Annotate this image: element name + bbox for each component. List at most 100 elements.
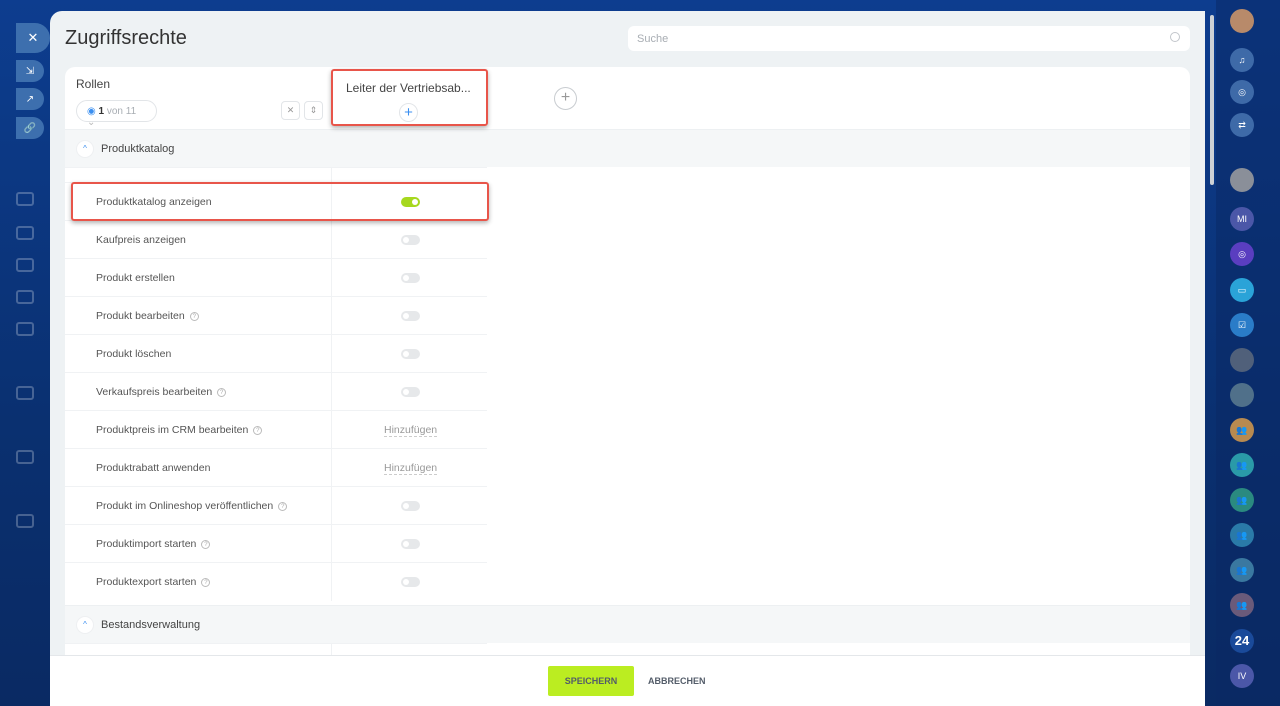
chevron-down-icon: ⌄ [87,117,96,128]
permission-toggle[interactable] [401,387,420,397]
cancel-button[interactable]: ABBRECHEN [648,666,706,696]
page-title: Zugriffsrechte [65,27,187,49]
search-icon[interactable]: ◎ [1230,80,1254,104]
help-icon[interactable]: ? [253,426,263,435]
contact-avatar[interactable]: ◎ [1230,242,1254,266]
permission-label: Produktimport starten [96,538,197,550]
collapse-all-button[interactable]: ✕ [281,101,300,120]
permission-toggle[interactable] [401,273,420,283]
permission-label: Produktrabatt anwenden [96,462,211,474]
permission-toggle[interactable] [401,501,420,511]
group-avatar[interactable]: 👥 [1230,488,1254,512]
help-icon[interactable]: ? [217,388,227,397]
help-icon[interactable]: ? [201,578,211,587]
permission-label: Produktpreis im CRM bearbeiten [96,424,249,436]
table-row: Produkt im Onlineshop veröffentlichen? [65,486,487,525]
roles-visibility-selector[interactable]: ◉ 1 von 11 ⌄ [76,100,157,128]
help-icon[interactable]: ? [189,312,199,321]
roles-count: 1 [98,106,105,117]
permission-toggle[interactable] [401,235,420,245]
menu-icon[interactable] [16,290,34,304]
add-permission-link[interactable]: Hinzufügen [384,462,438,475]
table-header: Rollen ◉ 1 von 11 ⌄ ✕ ⇕ Leiter der Vertr… [65,67,1190,129]
section-title: Bestandsverwaltung [101,619,201,631]
help-icon[interactable]: ? [201,540,211,549]
permission-toggle[interactable] [401,577,420,587]
table-row: Verkaufspreis bearbeiten? [65,372,487,411]
group-avatar[interactable]: 👥 [1230,558,1254,582]
contact-avatar[interactable]: MI [1230,207,1254,231]
table-row: Produktexport starten? [65,562,487,601]
group-avatar[interactable]: 👥 [1230,593,1254,617]
table-row: Produktimport starten? [65,524,487,563]
scrollbar[interactable] [1210,15,1214,185]
permission-label: Kaufpreis anzeigen [96,234,186,246]
group-avatar[interactable]: 👥 [1230,418,1254,442]
permission-cell [331,487,487,525]
add-role-button[interactable]: + [554,87,577,110]
permission-cell: Hinzufügen [331,411,487,449]
permission-cell [331,221,487,259]
highlight-box [71,182,489,221]
access-rights-panel: Zugriffsrechte Suche Rollen ◉ 1 von 11 ⌄… [50,11,1205,706]
chat-icon[interactable]: ⇄ [1230,113,1254,137]
permission-toggle[interactable] [401,349,420,359]
help-icon[interactable]: ? [278,502,288,511]
bell-icon[interactable]: ♫ [1230,48,1254,72]
table-row: Produkt bearbeiten? [65,296,487,335]
table-row: Kaufpreis anzeigen [65,220,487,259]
section-header[interactable]: ^ Bestandsverwaltung [65,605,1190,643]
chat-avatar[interactable]: ▭ [1230,278,1254,302]
contact-avatar[interactable]: IV [1230,664,1254,688]
menu-icon[interactable] [16,322,34,336]
roles-label: Rollen [76,77,111,91]
table-row: Produkt löschen [65,334,487,373]
search-placeholder: Suche [637,33,669,45]
menu-icon[interactable] [16,258,34,272]
open-new-window-icon[interactable]: ↗ [16,88,44,110]
group-avatar[interactable] [1230,348,1254,372]
menu-icon[interactable] [16,514,34,528]
section-header[interactable]: ^ Produktkatalog [65,129,1190,167]
bitrix24-avatar[interactable]: 24 [1230,629,1254,653]
chevron-up-icon[interactable]: ^ [76,140,94,158]
search-icon[interactable] [1170,32,1180,42]
group-avatar[interactable]: 👥 [1230,523,1254,547]
permission-cell [331,373,487,411]
spacer-row [65,167,487,183]
search-input[interactable]: Suche [628,26,1190,51]
minimize-icon[interactable]: ⇲ [16,60,44,82]
permission-label: Produkt löschen [96,348,172,360]
copy-link-icon[interactable]: 🔗 [16,117,44,139]
permission-toggle[interactable] [401,311,420,321]
permission-label: Produkt erstellen [96,272,175,284]
tasks-avatar[interactable]: ☑ [1230,313,1254,337]
permission-toggle[interactable] [401,539,420,549]
section-title: Produktkatalog [101,143,175,155]
contact-avatar[interactable] [1230,168,1254,192]
permission-cell [331,259,487,297]
menu-icon[interactable] [16,192,34,206]
add-permission-link[interactable]: Hinzufügen [384,424,438,437]
group-avatar[interactable]: 👥 [1230,453,1254,477]
permission-cell [331,563,487,601]
permissions-table: Rollen ◉ 1 von 11 ⌄ ✕ ⇕ Leiter der Vertr… [65,67,1190,667]
menu-icon[interactable] [16,450,34,464]
save-button[interactable]: SPEICHERN [548,666,634,696]
chevron-up-icon[interactable]: ^ [76,616,94,634]
permission-label: Produktexport starten [96,576,197,588]
menu-icon[interactable] [16,226,34,240]
highlight-box [331,69,488,126]
roles-total: von 11 [106,106,137,117]
close-slider-button[interactable]: ✕ [16,23,50,53]
permission-label: Verkaufspreis bearbeiten [96,386,213,398]
table-row: Produktpreis im CRM bearbeiten? Hinzufüge… [65,410,487,449]
menu-icon[interactable] [16,386,34,400]
user-avatar[interactable] [1230,9,1254,33]
group-avatar[interactable] [1230,383,1254,407]
table-row: Produktrabatt anwenden Hinzufügen [65,448,487,487]
expand-all-button[interactable]: ⇕ [304,101,323,120]
eye-icon: ◉ [87,106,96,117]
table-row: Produkt erstellen [65,258,487,297]
footer: SPEICHERN ABBRECHEN [50,655,1205,706]
